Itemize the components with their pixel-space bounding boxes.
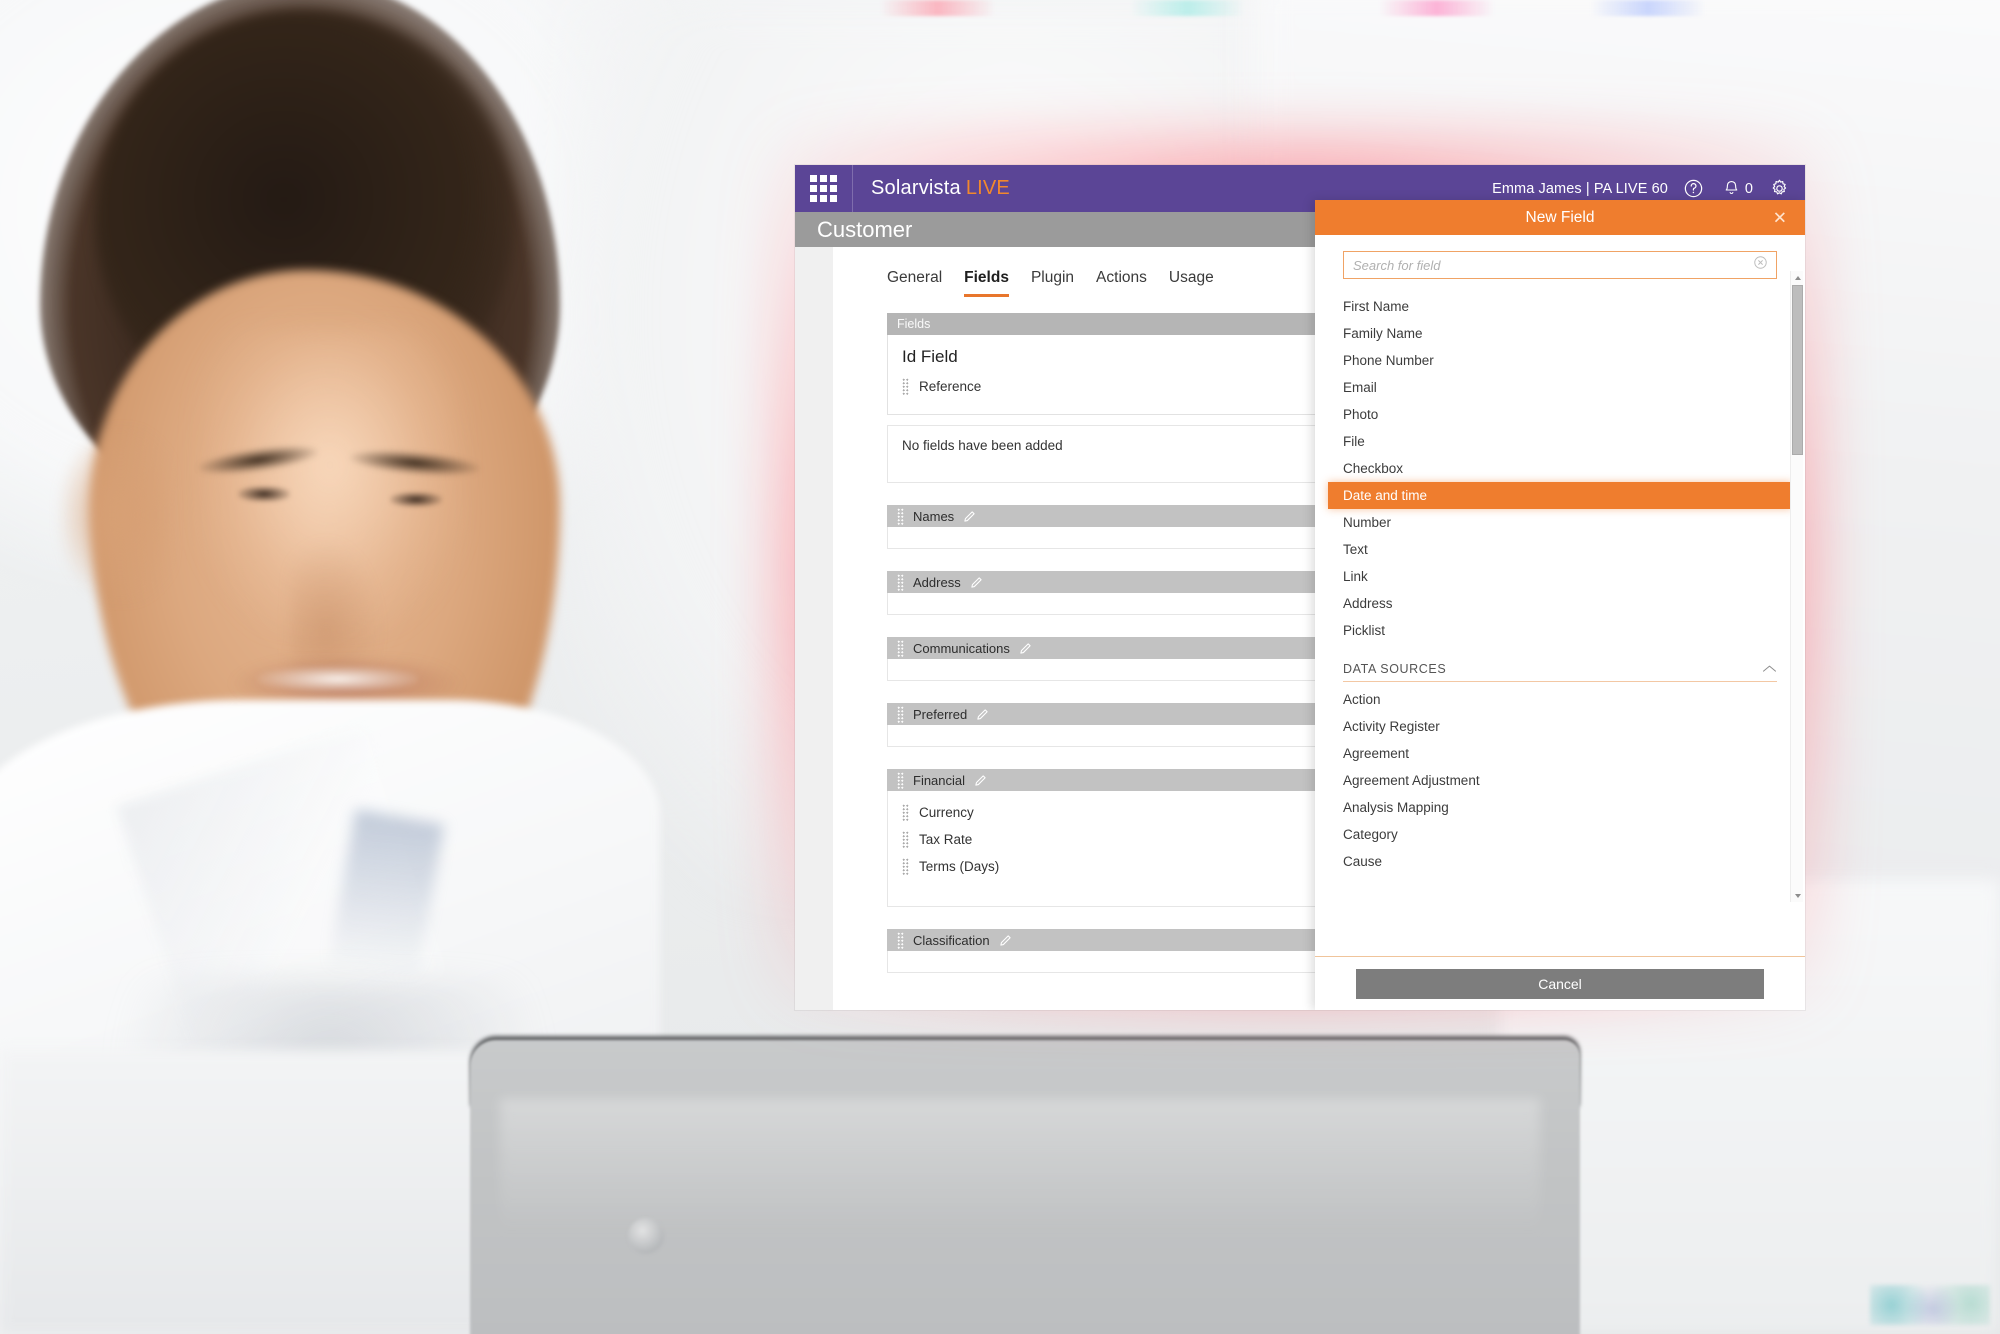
chevron-up-icon[interactable] <box>1762 662 1777 676</box>
new-field-panel-footer: Cancel <box>1315 957 1805 1010</box>
field-group-label: Preferred <box>913 706 968 722</box>
data-source-option[interactable]: Activity Register <box>1315 713 1805 740</box>
app-window: SolarvistaLIVE Emma James | PA LIVE 60 <box>795 165 1805 1010</box>
field-group-label: Financial <box>913 772 966 788</box>
close-icon[interactable]: ✕ <box>1773 209 1787 226</box>
user-account-label[interactable]: Emma James | PA LIVE 60 <box>1492 181 1668 197</box>
tab-usage[interactable]: Usage <box>1169 269 1214 297</box>
field-type-option[interactable]: Link <box>1315 563 1805 590</box>
notification-count: 0 <box>1744 180 1753 197</box>
drag-handle-icon[interactable] <box>902 831 909 848</box>
page-title: Customer <box>817 217 913 242</box>
field-type-option[interactable]: Email <box>1315 374 1805 401</box>
photo-person-teeth <box>258 666 418 692</box>
data-source-option[interactable]: Agreement <box>1315 740 1805 767</box>
data-sources-section-header[interactable]: DATA SOURCES <box>1343 662 1777 682</box>
photo-desk-surface <box>0 1050 520 1334</box>
field-type-option[interactable]: Phone Number <box>1315 347 1805 374</box>
list-item-label: Terms (Days) <box>919 859 1000 874</box>
field-type-option-selected[interactable]: Date and time <box>1328 482 1792 509</box>
field-type-option[interactable]: File <box>1315 428 1805 455</box>
scroll-up-arrow-icon[interactable] <box>1791 271 1804 284</box>
pencil-icon[interactable] <box>999 934 1012 947</box>
top-bar-actions: Emma James | PA LIVE 60 0 <box>1492 177 1805 201</box>
search-box <box>1343 251 1777 279</box>
tab-actions[interactable]: Actions <box>1096 269 1147 297</box>
field-group-label: Classification <box>913 932 990 948</box>
pencil-icon[interactable] <box>976 708 989 721</box>
scrollbar-thumb[interactable] <box>1792 285 1803 455</box>
drag-handle-icon[interactable] <box>897 507 904 525</box>
empty-fields-message: No fields have been added <box>902 438 1063 453</box>
fields-section-tab-label: Fields <box>897 317 931 331</box>
field-type-option[interactable]: Number <box>1315 509 1805 536</box>
field-type-option[interactable]: Text <box>1315 536 1805 563</box>
field-group-label: Communications <box>913 640 1010 656</box>
field-type-option[interactable]: First Name <box>1315 293 1805 320</box>
drag-handle-icon[interactable] <box>902 378 909 395</box>
data-source-option[interactable]: Agreement Adjustment <box>1315 767 1805 794</box>
data-sources-label: DATA SOURCES <box>1343 662 1447 676</box>
tab-plugin[interactable]: Plugin <box>1031 269 1074 297</box>
search-section <box>1315 235 1805 279</box>
photo-person-eye-left <box>238 486 290 502</box>
new-field-panel-title: New Field <box>1525 208 1595 226</box>
tab-general[interactable]: General <box>887 269 942 297</box>
search-input[interactable] <box>1344 252 1776 278</box>
brand-logo[interactable]: Solarvista LIVE <box>871 177 1010 200</box>
photo-person-ear <box>60 430 170 600</box>
pencil-icon[interactable] <box>1019 642 1032 655</box>
photo-laptop-highlight <box>500 1098 1540 1308</box>
drag-handle-icon[interactable] <box>897 705 904 723</box>
pencil-icon[interactable] <box>970 576 983 589</box>
cancel-button[interactable]: Cancel <box>1356 968 1764 999</box>
gear-icon[interactable] <box>1767 177 1791 201</box>
drag-handle-icon[interactable] <box>897 573 904 591</box>
drag-handle-icon[interactable] <box>902 858 909 875</box>
data-source-option[interactable]: Cause <box>1315 848 1805 875</box>
field-type-option[interactable]: Picklist <box>1315 617 1805 644</box>
drag-handle-icon[interactable] <box>897 931 904 949</box>
list-item-label: Currency <box>919 805 974 820</box>
drag-handle-icon[interactable] <box>902 804 909 821</box>
notifications-button[interactable]: 0 <box>1720 177 1753 201</box>
list-item-label: Tax Rate <box>919 832 973 847</box>
photo-laptop-hinge-dot <box>628 1218 664 1254</box>
field-type-option[interactable]: Checkbox <box>1315 455 1805 482</box>
panel-scrollbar[interactable] <box>1790 271 1803 902</box>
field-type-option[interactable]: Family Name <box>1315 320 1805 347</box>
field-type-option[interactable]: Address <box>1315 590 1805 617</box>
pencil-icon[interactable] <box>963 510 976 523</box>
list-item-label: Reference <box>919 379 982 394</box>
data-source-option[interactable]: Analysis Mapping <box>1315 794 1805 821</box>
new-field-panel-header: New Field ✕ <box>1315 200 1805 235</box>
app-grid-icon[interactable] <box>795 165 853 212</box>
brand-name: Solarvista <box>871 177 961 199</box>
app-grid-glyph <box>810 175 837 202</box>
left-rail <box>795 247 833 1010</box>
tab-fields[interactable]: Fields <box>964 269 1009 297</box>
data-source-option[interactable]: Action <box>1315 686 1805 713</box>
field-group-label: Names <box>913 508 955 524</box>
field-group-label: Address <box>913 574 961 590</box>
bell-icon <box>1720 177 1744 201</box>
scroll-down-arrow-icon[interactable] <box>1791 889 1804 902</box>
new-field-panel: New Field ✕ First Name Family Name Phone… <box>1315 200 1805 1010</box>
field-type-option[interactable]: Photo <box>1315 401 1805 428</box>
brand-suffix: LIVE <box>965 177 1010 199</box>
pencil-icon[interactable] <box>974 774 987 787</box>
help-circle-icon[interactable] <box>1682 177 1706 201</box>
data-source-option[interactable]: Category <box>1315 821 1805 848</box>
photo-person-eye-right <box>390 492 442 507</box>
photo-color-specks-bottom-right <box>1870 1285 1990 1325</box>
photo-color-specks-top <box>880 0 1840 16</box>
drag-handle-icon[interactable] <box>897 639 904 657</box>
clear-circle-icon[interactable] <box>1753 255 1768 275</box>
new-field-panel-body: First Name Family Name Phone Number Emai… <box>1315 235 1805 957</box>
drag-handle-icon[interactable] <box>897 771 904 789</box>
field-type-list: First Name Family Name Phone Number Emai… <box>1315 279 1805 875</box>
